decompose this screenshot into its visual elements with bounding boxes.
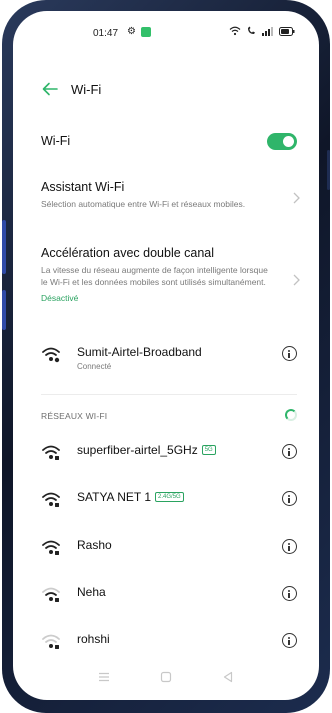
network-ssid: rohshi: [77, 632, 110, 646]
navigation-bar: [13, 654, 319, 700]
connected-network-row[interactable]: Sumit-Airtel-Broadband Connecté: [13, 335, 319, 375]
call-icon: [248, 26, 255, 34]
back-arrow-icon[interactable]: [39, 79, 61, 99]
screen: 01:47 ⚙ Wi-Fi Wi-Fi Assistant Wi-Fi Séle…: [13, 11, 319, 700]
network-name: rohshi: [77, 632, 110, 646]
network-row[interactable]: SATYA NET 1 2.4G/5G: [13, 480, 319, 520]
network-name: Rasho: [77, 538, 112, 552]
assistant-wifi-title: Assistant Wi-Fi: [41, 180, 125, 194]
network-name: superfiber-airtel_5GHz 5G: [77, 443, 216, 457]
wifi-toggle-row[interactable]: Wi-Fi: [13, 127, 319, 157]
network-name: SATYA NET 1 2.4G/5G: [77, 490, 184, 504]
volume-button: [2, 290, 6, 330]
chevron-right-icon: [293, 192, 300, 204]
wifi-toggle-switch[interactable]: [267, 133, 297, 150]
connected-network-name: Sumit-Airtel-Broadband: [77, 345, 202, 359]
wifi-locked-icon: [42, 445, 60, 460]
info-icon[interactable]: [282, 444, 297, 459]
app-bar: Wi-Fi: [13, 77, 319, 105]
connected-network-status: Connecté: [77, 362, 112, 371]
info-icon[interactable]: [282, 586, 297, 601]
network-ssid: Rasho: [77, 538, 112, 552]
toggle-knob: [283, 136, 294, 147]
app-notification-icon: [141, 27, 151, 37]
wifi-icon: [229, 26, 241, 36]
volume-button: [2, 220, 6, 274]
assistant-wifi-description: Sélection automatique entre Wi-Fi et rés…: [41, 199, 246, 209]
info-icon[interactable]: [282, 346, 297, 361]
network-name: Neha: [77, 585, 106, 599]
status-icons: [229, 26, 295, 36]
gear-icon: ⚙: [127, 26, 136, 37]
wifi-locked-icon: [42, 587, 60, 602]
network-band-badge: 5G: [201, 445, 216, 455]
divider: [41, 394, 297, 395]
phone-frame: 01:47 ⚙ Wi-Fi Wi-Fi Assistant Wi-Fi Séle…: [2, 0, 330, 713]
dual-channel-description: La vitesse du réseau augmente de façon i…: [41, 265, 268, 287]
network-ssid: Neha: [77, 585, 106, 599]
info-icon[interactable]: [282, 633, 297, 648]
section-header: RÉSEAUX WI-FI: [41, 411, 108, 421]
dual-channel-title: Accélération avec double canal: [41, 246, 215, 260]
wifi-locked-icon: [42, 634, 60, 649]
status-bar: 01:47 ⚙: [13, 11, 319, 47]
battery-icon: [279, 26, 295, 36]
info-icon[interactable]: [282, 491, 297, 506]
loading-spinner-icon: [285, 409, 297, 421]
wifi-locked-icon: [42, 492, 60, 507]
network-row[interactable]: superfiber-airtel_5GHz 5G: [13, 433, 319, 473]
power-button: [327, 150, 330, 190]
page-title: Wi-Fi: [71, 82, 102, 97]
chevron-right-icon: [293, 274, 300, 286]
network-row[interactable]: Neha: [13, 575, 319, 615]
back-icon[interactable]: [221, 670, 235, 684]
dual-channel-status: Désactivé: [41, 293, 79, 303]
wifi-locked-icon: [42, 540, 60, 555]
network-band-badge: 2.4G/5G: [155, 492, 184, 502]
menu-icon[interactable]: [97, 670, 111, 684]
signal-icon: [262, 27, 273, 36]
info-icon[interactable]: [282, 539, 297, 554]
network-row[interactable]: Rasho: [13, 528, 319, 568]
assistant-wifi-setting[interactable]: Assistant Wi-Fi Sélection automatique en…: [41, 179, 300, 210]
network-ssid: superfiber-airtel_5GHz: [77, 443, 198, 457]
home-icon[interactable]: [159, 670, 173, 684]
dual-channel-setting[interactable]: Accélération avec double canal La vitess…: [41, 245, 300, 303]
wifi-toggle-label: Wi-Fi: [41, 134, 71, 148]
wifi-connected-icon: [42, 347, 60, 363]
network-ssid: SATYA NET 1: [77, 490, 152, 504]
status-time: 01:47: [93, 28, 119, 39]
